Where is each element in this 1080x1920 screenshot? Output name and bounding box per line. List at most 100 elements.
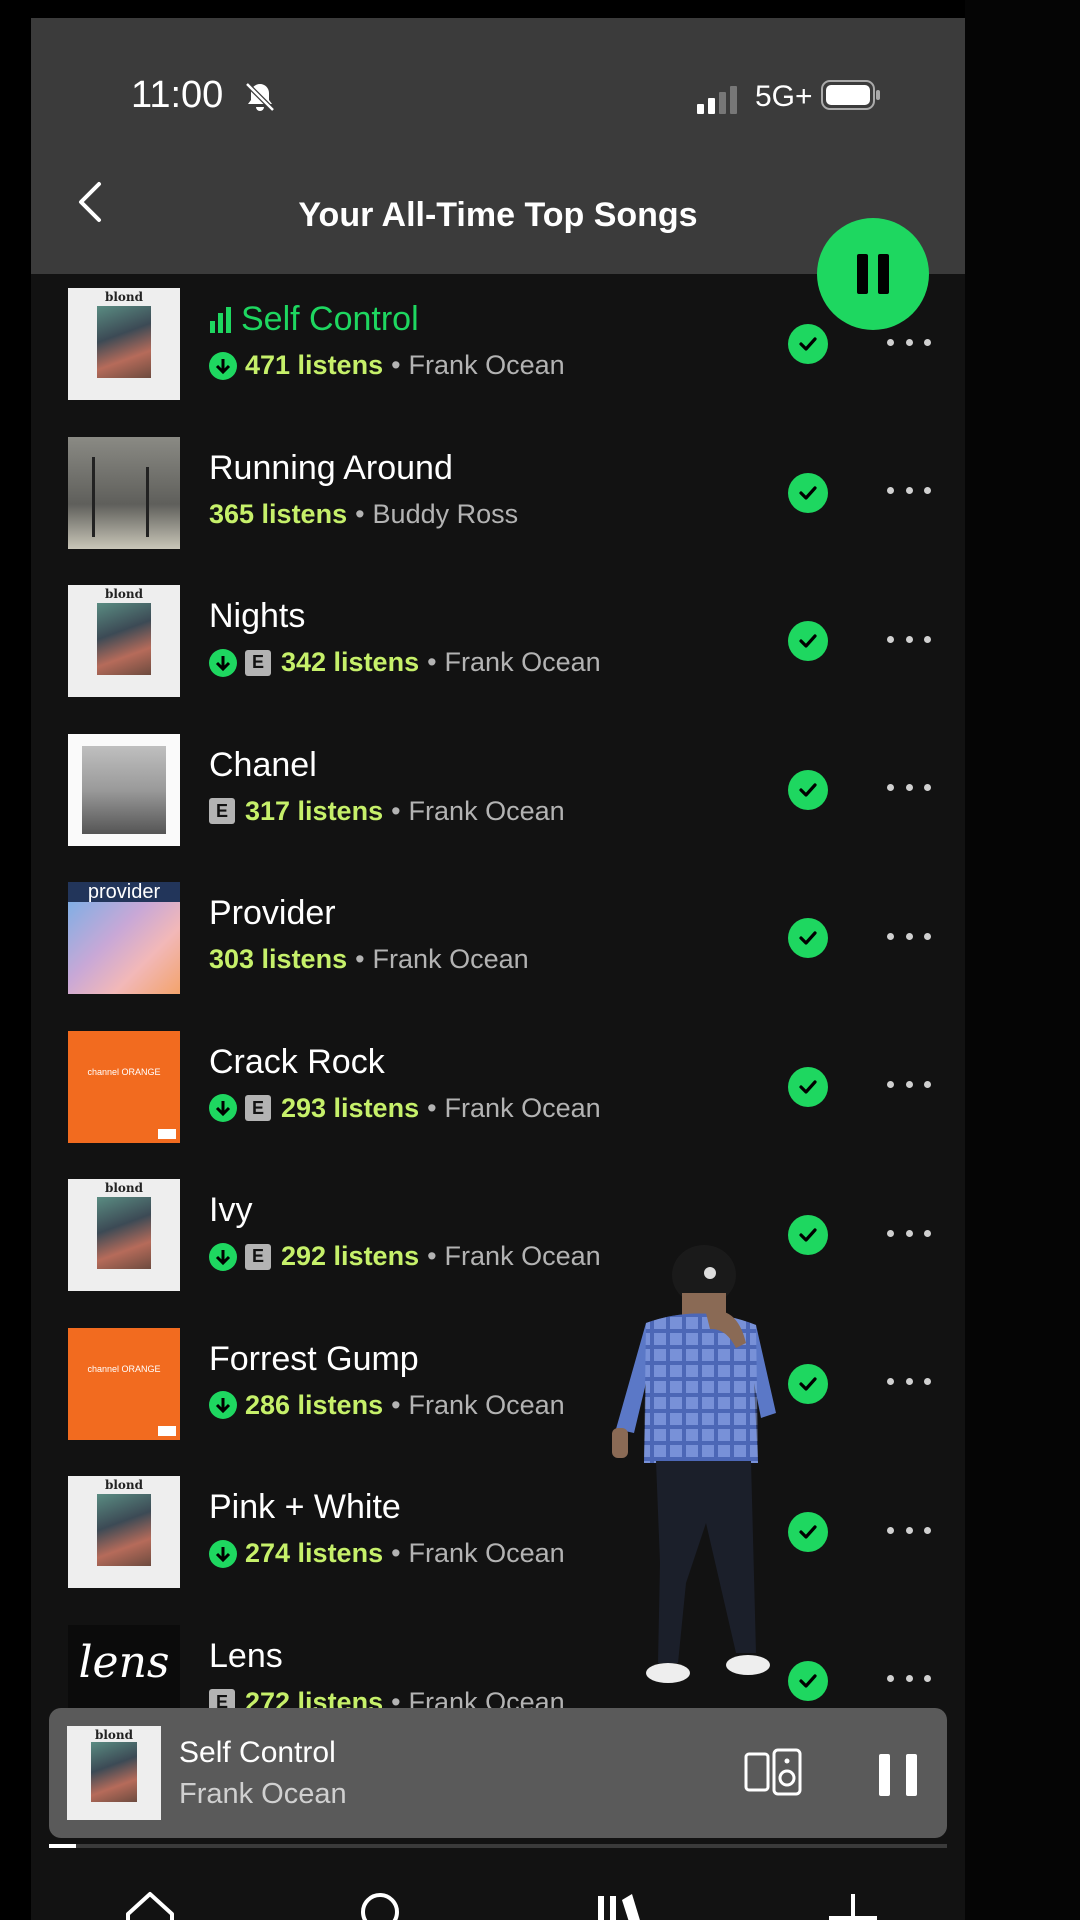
- page-title: Your All-Time Top Songs: [298, 196, 698, 234]
- song-row-3[interactable]: blond Nights E 342 listens • Frank Ocean: [31, 563, 965, 712]
- album-art-label: channel ORANGE: [87, 1363, 161, 1374]
- artist-name: Frank Ocean: [408, 1538, 565, 1568]
- song-row-7[interactable]: blond Ivy E 292 listens • Frank Ocean: [31, 1157, 965, 1306]
- song-title: Running Around: [209, 449, 453, 488]
- search-icon[interactable]: [356, 1888, 412, 1920]
- equalizer-icon: [210, 307, 231, 333]
- more-options-icon[interactable]: [887, 633, 931, 645]
- song-title-text: Provider: [209, 894, 336, 932]
- listen-count: 365 listens: [209, 498, 348, 529]
- album-art-label: blond: [104, 587, 144, 601]
- album-art-photo: [91, 1742, 137, 1802]
- song-title-text: Self Control: [241, 300, 419, 338]
- album-art: [68, 436, 180, 549]
- parental-advisory-label: [158, 1425, 176, 1436]
- more-options-icon[interactable]: [887, 485, 931, 497]
- mini-player-progress: [49, 1844, 947, 1848]
- album-art-label: blond: [104, 1181, 144, 1195]
- song-title: Lens: [209, 1637, 283, 1676]
- listen-count: 471 listens: [245, 350, 384, 380]
- status-time: 11:00: [131, 74, 224, 116]
- check-mark: [799, 337, 817, 351]
- album-art: blond: [68, 1179, 180, 1291]
- album-art: [68, 733, 180, 846]
- pause-button[interactable]: [817, 218, 929, 330]
- album-art-label: provider: [68, 882, 180, 902]
- downloaded-check-icon[interactable]: [788, 621, 828, 661]
- song-row-2[interactable]: Running Around 365 listens • Buddy Ross: [31, 415, 965, 564]
- more-options-icon[interactable]: [887, 1673, 931, 1685]
- downloaded-check-icon[interactable]: [788, 918, 828, 958]
- pause-bar-right: [906, 1754, 917, 1796]
- more-options-icon[interactable]: [887, 1227, 931, 1239]
- album-art-photo: [82, 745, 166, 834]
- more-options-icon[interactable]: [887, 782, 931, 794]
- album-art-label: blond: [94, 1728, 134, 1742]
- more-options-icon[interactable]: [887, 1524, 931, 1536]
- devices-icon[interactable]: [744, 1748, 804, 1798]
- pause-bar-left: [879, 1754, 890, 1796]
- song-row-6[interactable]: channel ORANGE Crack Rock E 293 listens • F…: [31, 1009, 965, 1158]
- pause-icon: [857, 254, 868, 294]
- song-meta: 471 listens • Frank Ocean: [209, 350, 565, 381]
- song-row-5[interactable]: provider Provider 303 listens • Frank Ocea…: [31, 860, 965, 1009]
- downloaded-icon: [209, 1094, 237, 1122]
- album-art: channel ORANGE: [68, 1030, 180, 1143]
- listen-count: 286 listens: [245, 1389, 384, 1420]
- downloaded-check-icon[interactable]: [788, 472, 828, 513]
- separator: •: [391, 1538, 401, 1568]
- palm-tree: [92, 456, 95, 537]
- song-row-9[interactable]: blond Pink + White 274 listens • Frank Oce…: [31, 1454, 965, 1603]
- downloaded-icon: [209, 648, 237, 677]
- downloaded-icon: [209, 1242, 237, 1271]
- song-title: Crack Rock: [209, 1043, 385, 1082]
- downloaded-check-icon[interactable]: [788, 324, 828, 364]
- album-art-label: blond: [104, 290, 144, 304]
- album-art-photo: [97, 1197, 151, 1269]
- artist-name: Frank Ocean: [408, 795, 565, 826]
- more-options-icon[interactable]: [887, 1079, 931, 1091]
- song-meta: 303 listens • Frank Ocean: [209, 944, 529, 975]
- listen-count: 292 listens: [281, 1241, 420, 1271]
- mini-player[interactable]: blond Self Control Frank Ocean: [49, 1708, 947, 1838]
- song-meta: 286 listens • Frank Ocean: [209, 1390, 565, 1421]
- more-options-icon[interactable]: [887, 930, 931, 942]
- parental-advisory-label: [158, 1128, 176, 1139]
- song-meta: 365 listens • Buddy Ross: [209, 499, 518, 530]
- check-mark: [799, 782, 817, 797]
- song-row-4[interactable]: Chanel E 317 listens • Frank Ocean: [31, 712, 965, 861]
- separator: •: [427, 647, 437, 677]
- network-label: 5G+: [755, 80, 813, 113]
- separator: •: [391, 350, 401, 380]
- listen-count: 293 listens: [281, 1092, 420, 1123]
- mini-player-title: Self Control: [179, 1736, 336, 1769]
- check-mark: [799, 1079, 817, 1094]
- artist-name: Frank Ocean: [444, 647, 601, 677]
- mini-player-pause-button[interactable]: [879, 1754, 917, 1796]
- downloaded-check-icon[interactable]: [788, 769, 828, 810]
- mini-player-album-art: blond: [67, 1726, 161, 1820]
- listen-count: 342 listens: [281, 647, 420, 677]
- song-title-text: Pink + White: [209, 1488, 401, 1526]
- mini-player-progress-fill: [49, 1844, 76, 1848]
- explicit-badge: E: [245, 1243, 271, 1270]
- song-row-8[interactable]: channel ORANGE Forrest Gump 286 listens •…: [31, 1306, 965, 1455]
- downloaded-check-icon[interactable]: [788, 1066, 828, 1107]
- more-options-icon[interactable]: [887, 1376, 931, 1388]
- artist-name: Frank Ocean: [408, 350, 565, 380]
- app-screen: 11:00 5G+ Your All-Time Top Songs blond …: [31, 18, 965, 1920]
- separator: •: [355, 498, 365, 529]
- downloaded-icon: [209, 351, 237, 380]
- explicit-badge: E: [209, 798, 235, 824]
- home-icon[interactable]: [122, 1888, 178, 1920]
- person-overlay-image: [612, 1245, 776, 1683]
- artist-name: Frank Ocean: [408, 1389, 565, 1420]
- library-icon[interactable]: [592, 1888, 648, 1920]
- more-options-icon[interactable]: [887, 336, 931, 348]
- plus-icon[interactable]: [825, 1888, 881, 1920]
- album-art: provider: [68, 882, 180, 994]
- artist-name: Buddy Ross: [372, 498, 519, 529]
- palm-tree: [146, 466, 149, 537]
- album-art-label: channel ORANGE: [87, 1066, 161, 1077]
- check-mark: [799, 634, 817, 648]
